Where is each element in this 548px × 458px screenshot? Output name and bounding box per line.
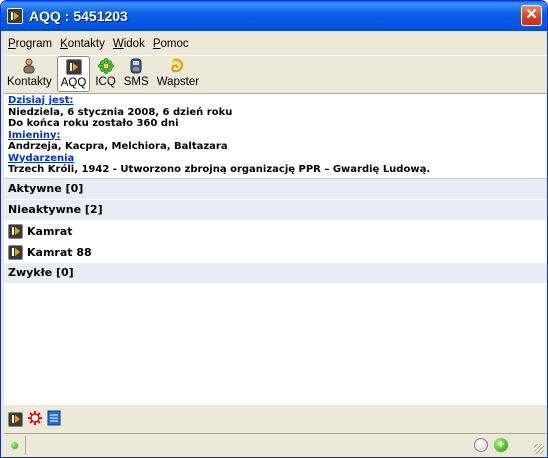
- tab-aqq[interactable]: AQQ: [56, 56, 91, 92]
- wapster-icon: [170, 58, 186, 74]
- contacts-icon: [21, 58, 37, 74]
- connection-status: [4, 435, 26, 455]
- name-days-text: Andrzeja, Kacpra, Melchiora, Baltazara: [8, 141, 228, 152]
- resize-grip[interactable]: [534, 444, 544, 454]
- info-panel: Dzisiaj jest: Niedziela, 6 stycznia 2008…: [4, 94, 546, 179]
- aqq-icon: [65, 59, 82, 75]
- tab-sms[interactable]: SMS: [121, 56, 152, 92]
- group-inactive[interactable]: Nieaktywne [2]: [4, 199, 546, 221]
- icq-flower-icon: [97, 58, 114, 74]
- aqq-status-icon: [8, 223, 23, 239]
- status-circle-icon[interactable]: [474, 438, 488, 452]
- online-dot-icon: [11, 441, 18, 449]
- tab-kontakty[interactable]: Kontakty: [4, 56, 55, 92]
- today-text: Niedziela, 6 stycznia 2008, 6 dzień roku: [8, 106, 233, 118]
- contact-name: Kamrat: [27, 224, 73, 238]
- title-bar[interactable]: AQQ : 5451203 ✕: [1, 1, 547, 31]
- menu-program[interactable]: Program: [4, 38, 56, 50]
- aqq-logo-icon: [7, 8, 23, 24]
- group-normal[interactable]: Zwykłe [0]: [4, 262, 546, 284]
- status-bar: +: [4, 433, 546, 456]
- aqq-status-icon: [8, 244, 23, 260]
- menu-widok[interactable]: Widok: [109, 38, 149, 50]
- days-left-text: Do końca roku zostało 360 dni: [8, 118, 179, 129]
- phone-icon: [128, 58, 144, 74]
- app-window: AQQ : 5451203 ✕ Program Kontakty Widok P…: [0, 0, 548, 458]
- tab-icq[interactable]: ICQ: [92, 56, 118, 92]
- menu-kontakty[interactable]: Kontakty: [56, 38, 109, 50]
- today-link[interactable]: Dzisiaj jest:: [8, 95, 74, 106]
- name-days-link[interactable]: Imieniny:: [8, 130, 61, 141]
- contact-name: Kamrat 88: [27, 245, 92, 259]
- tab-wapster[interactable]: Wapster: [154, 56, 202, 92]
- toolbar: Kontakty AQQ ICQ SMS Wapster: [4, 55, 546, 92]
- events-text: Trzech Króli, 1942 - Utworzono zbrojną o…: [8, 164, 431, 175]
- notes-list-icon[interactable]: [47, 410, 61, 429]
- contact-list-panel: Dzisiaj jest: Niedziela, 6 stycznia 2008…: [4, 93, 546, 405]
- settings-gear-icon[interactable]: [27, 410, 43, 429]
- window-title: AQQ : 5451203: [29, 8, 128, 24]
- contact-item[interactable]: Kamrat: [4, 220, 546, 242]
- bottom-toolbar: [4, 407, 546, 431]
- add-status-icon[interactable]: +: [494, 438, 508, 452]
- aqq-status-button-icon[interactable]: [8, 411, 23, 427]
- contact-item[interactable]: Kamrat 88: [4, 241, 546, 263]
- close-button[interactable]: ✕: [521, 5, 542, 26]
- menu-pomoc[interactable]: Pomoc: [149, 38, 193, 50]
- group-active[interactable]: Aktywne [0]: [4, 178, 546, 200]
- events-link[interactable]: Wydarzenia: [8, 153, 74, 164]
- menu-bar: Program Kontakty Widok Pomoc: [4, 34, 546, 54]
